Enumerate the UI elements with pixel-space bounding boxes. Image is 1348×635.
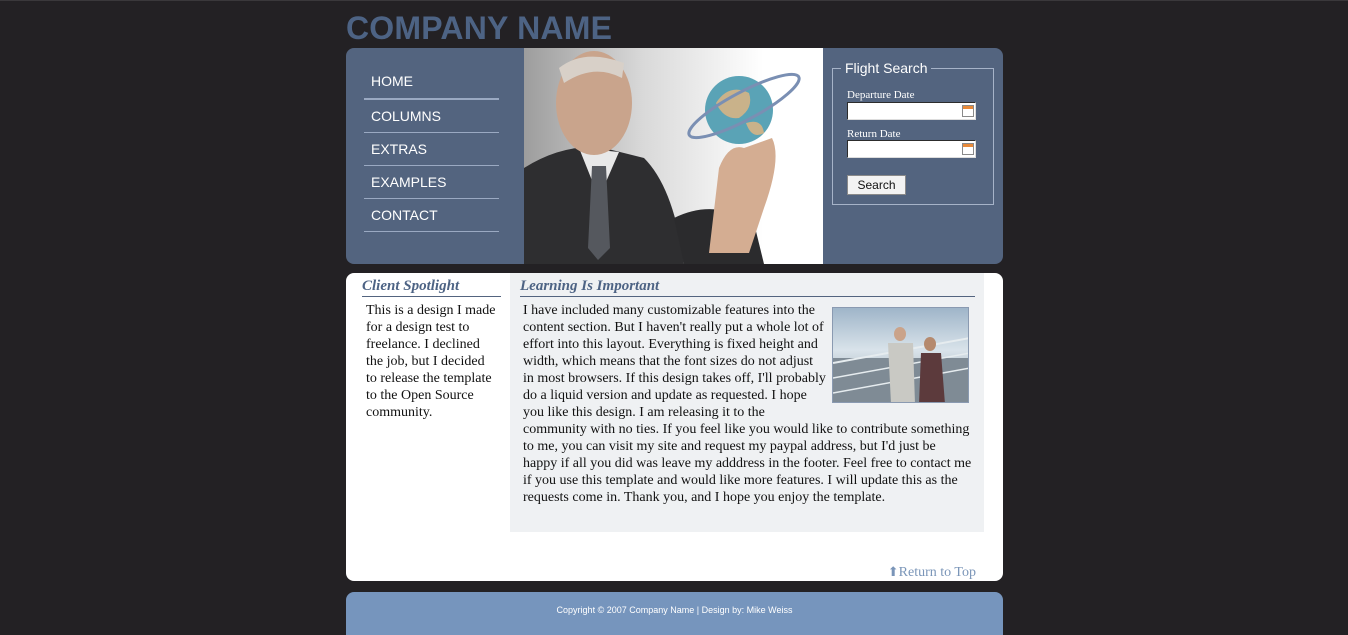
- footer-copyright: Copyright © 2007 Company Name | Design b…: [556, 605, 793, 615]
- client-spotlight-heading: Client Spotlight: [362, 278, 501, 297]
- main-heading: Learning Is Important: [520, 278, 975, 297]
- nav-item-examples[interactable]: EXAMPLES: [364, 166, 499, 199]
- up-arrow-icon: ⬆: [887, 564, 899, 579]
- main-content-column: Learning Is Important I have included ma…: [510, 273, 984, 532]
- business-people-illustration: [833, 327, 968, 402]
- business-people-image: [832, 307, 969, 403]
- top-border-line: [0, 0, 1348, 1]
- departure-date-label: Departure Date: [847, 89, 915, 101]
- header-panel: HOME COLUMNS EXTRAS EXAMPLES CONTACT Fli…: [346, 48, 1003, 264]
- search-button[interactable]: Search: [847, 175, 906, 195]
- flight-search-form: Flight Search Departure Date Return Date…: [832, 60, 994, 205]
- nav-item-extras[interactable]: EXTRAS: [364, 133, 499, 166]
- nav-item-columns[interactable]: COLUMNS: [364, 100, 499, 133]
- return-to-top-link[interactable]: ⬆Return to Top: [888, 564, 976, 581]
- content-panel: Client Spotlight This is a design I made…: [346, 273, 1003, 581]
- return-date-label: Return Date: [847, 128, 901, 140]
- flight-search-legend: Flight Search: [841, 60, 932, 76]
- return-date-input[interactable]: [847, 140, 976, 158]
- hero-illustration: [524, 51, 801, 264]
- client-spotlight-text: This is a design I made for a design tes…: [366, 303, 496, 420]
- return-to-top-label: Return to Top: [898, 565, 976, 580]
- hero-image-businessman-globe: [524, 48, 823, 264]
- calendar-icon[interactable]: [962, 105, 974, 117]
- departure-date-input[interactable]: [847, 102, 976, 120]
- footer: Copyright © 2007 Company Name | Design b…: [346, 592, 1003, 635]
- company-name-logo[interactable]: COMPANY NAME: [346, 10, 612, 47]
- main-nav: HOME COLUMNS EXTRAS EXAMPLES CONTACT: [364, 64, 499, 232]
- calendar-icon[interactable]: [962, 143, 974, 155]
- nav-item-home[interactable]: HOME: [364, 64, 499, 100]
- nav-item-contact[interactable]: CONTACT: [364, 199, 499, 232]
- main-article: I have included many customizable featur…: [523, 302, 973, 506]
